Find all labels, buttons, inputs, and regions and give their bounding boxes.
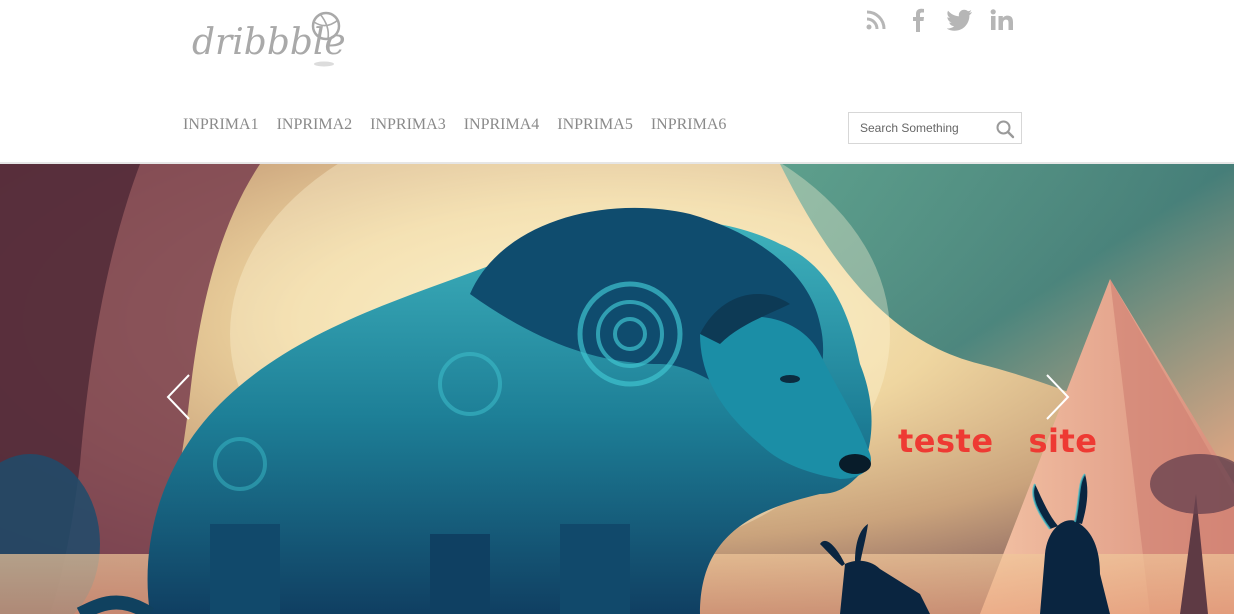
social-links	[862, 6, 1016, 34]
hero-slider: teste site	[0, 164, 1234, 614]
main-nav: INPRIMA1 INPRIMA2 INPRIMA3 INPRIMA4 INPR…	[183, 116, 726, 134]
slide-caption: teste site	[898, 422, 1098, 460]
search-input[interactable]	[849, 113, 1000, 143]
site-header: dribbble INPRIMA1 INPRIMA2 INPRIMA3 INPR…	[0, 0, 1234, 163]
nav-item-inprima2[interactable]: INPRIMA2	[277, 116, 353, 134]
search-box	[848, 112, 1022, 144]
chevron-left-icon	[166, 374, 190, 420]
nav-item-inprima4[interactable]: INPRIMA4	[464, 116, 540, 134]
facebook-icon[interactable]	[904, 6, 932, 34]
dribbble-logo[interactable]: dribbble	[190, 8, 350, 70]
twitter-icon[interactable]	[946, 6, 974, 34]
linkedin-icon[interactable]	[988, 6, 1016, 34]
nav-item-inprima3[interactable]: INPRIMA3	[370, 116, 446, 134]
slider-prev-button[interactable]	[163, 372, 193, 422]
nav-item-inprima1[interactable]: INPRIMA1	[183, 116, 259, 134]
chevron-right-icon	[1046, 374, 1070, 420]
slider-next-button[interactable]	[1043, 372, 1073, 422]
logo-text: dribbble	[192, 22, 346, 63]
search-icon	[996, 120, 1015, 139]
rss-icon[interactable]	[862, 6, 890, 34]
search-button[interactable]	[995, 119, 1015, 139]
nav-item-inprima6[interactable]: INPRIMA6	[651, 116, 727, 134]
nav-item-inprima5[interactable]: INPRIMA5	[557, 116, 633, 134]
